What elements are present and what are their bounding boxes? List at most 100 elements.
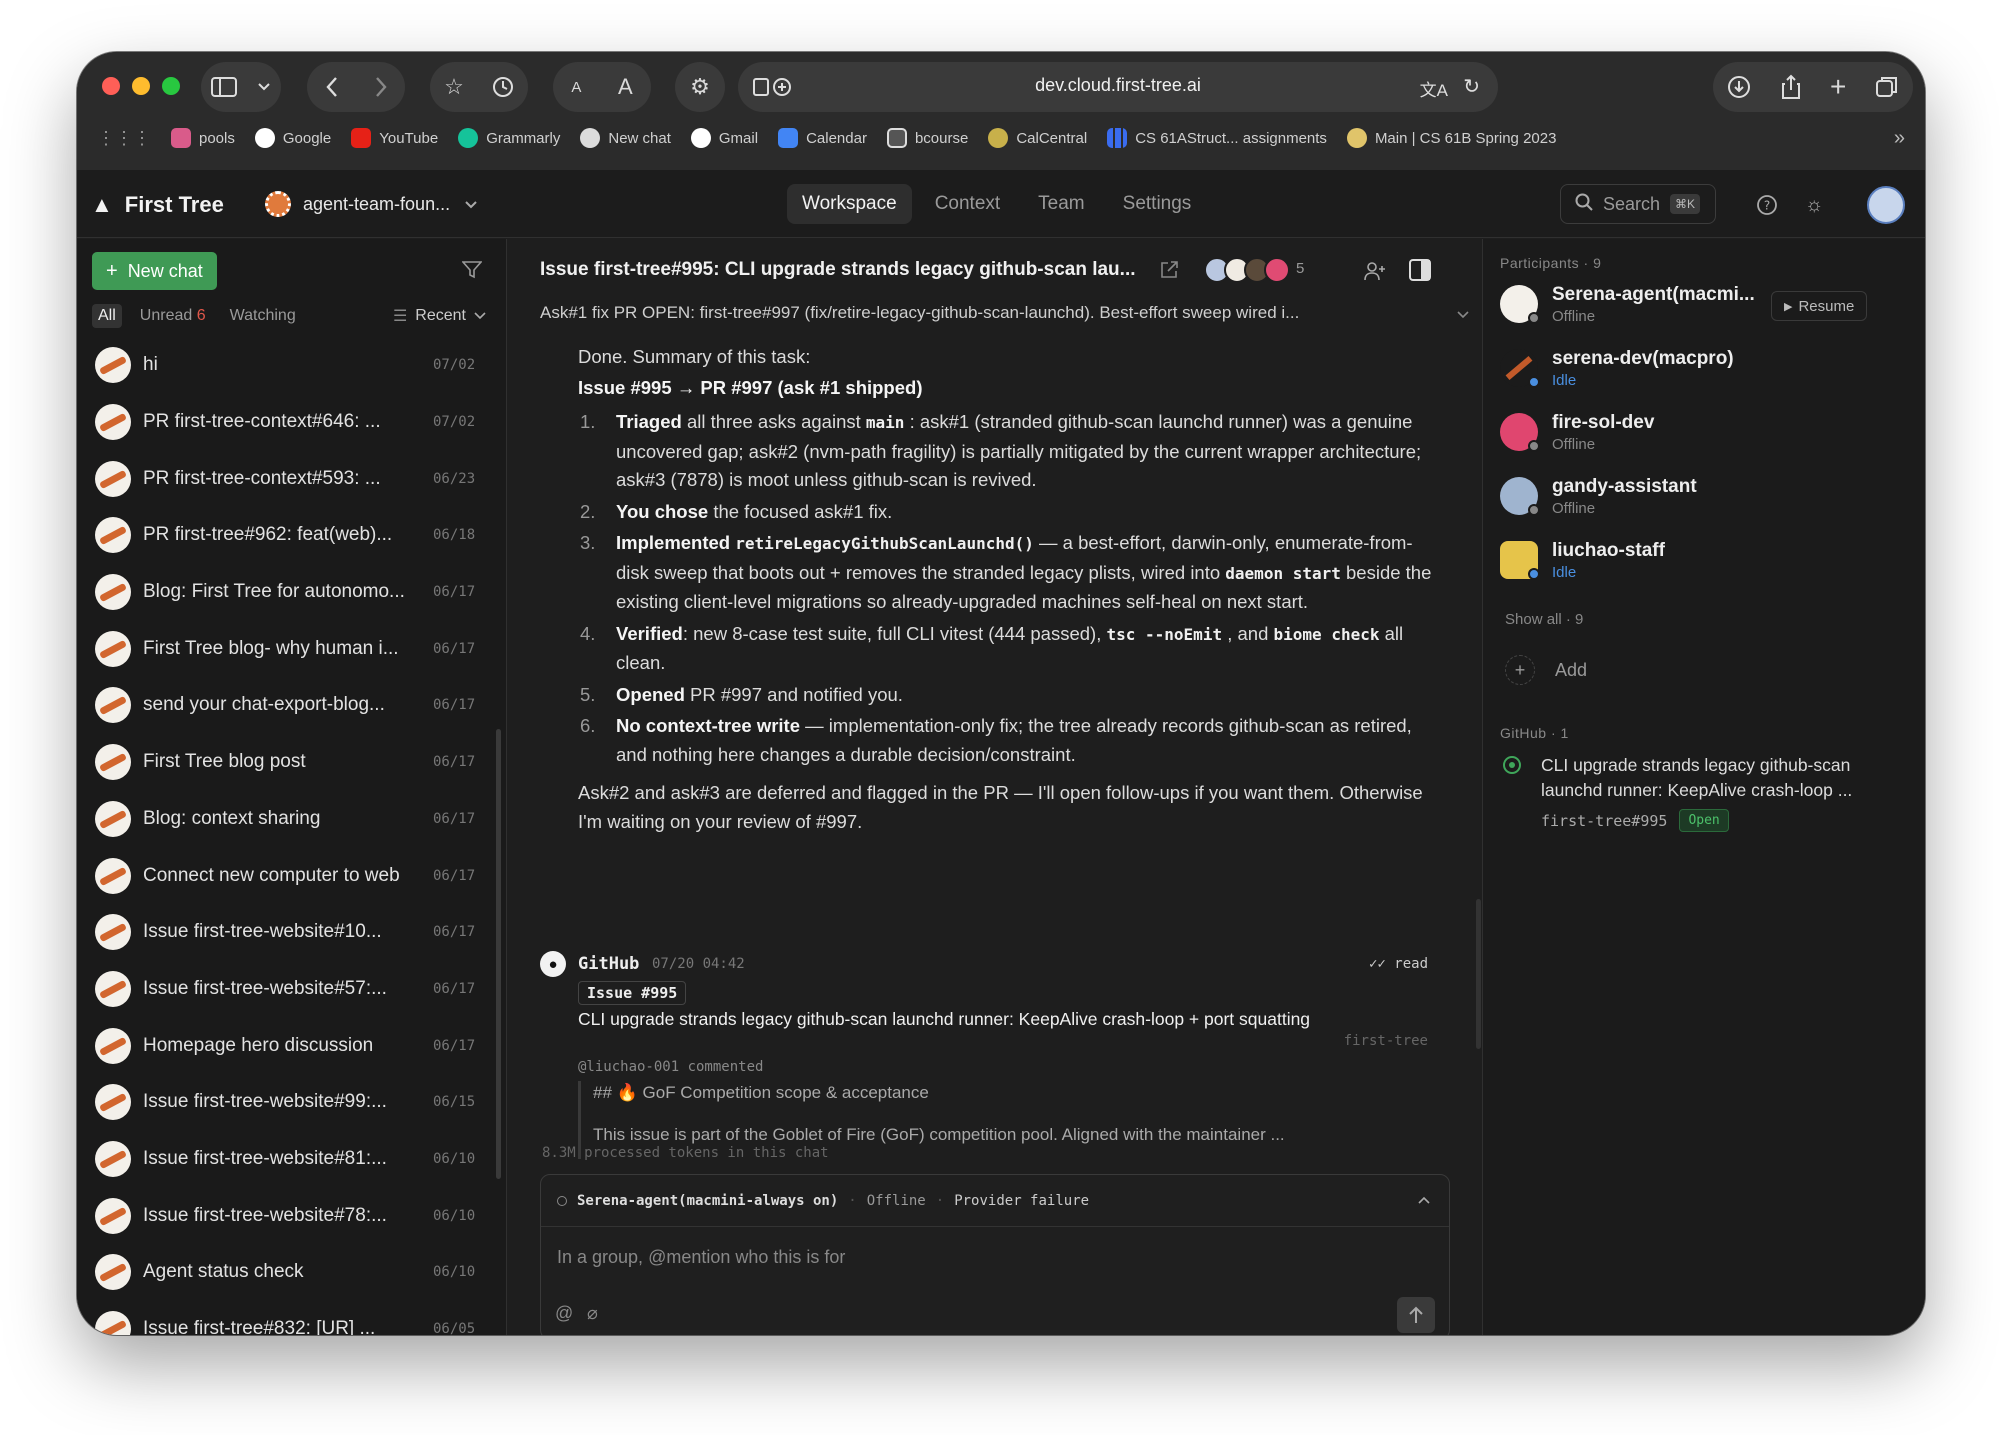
- bookmark-cs61b[interactable]: Main | CS 61B Spring 2023: [1346, 128, 1556, 148]
- minimize-window-button[interactable]: [132, 77, 150, 95]
- message-input[interactable]: In a group, @mention who this is for: [557, 1247, 845, 1268]
- theme-toggle-icon[interactable]: ☼: [1805, 194, 1823, 217]
- linked-issue[interactable]: CLI upgrade strands legacy github-scan l…: [1503, 753, 1903, 832]
- chevron-down-icon[interactable]: [1456, 307, 1470, 325]
- tabs-overview-icon[interactable]: [1875, 75, 1899, 99]
- chat-list-item[interactable]: PR first-tree#962: feat(web)... 06/18: [77, 507, 497, 564]
- chat-list-item[interactable]: Blog: context sharing 06/17: [77, 791, 497, 848]
- chat-list-item[interactable]: hi 07/02: [77, 337, 497, 394]
- chat-title: Blog: First Tree for autonomo...: [143, 581, 405, 603]
- chat-date: 06/17: [433, 924, 476, 941]
- chat-list-item[interactable]: Homepage hero discussion 06/17: [77, 1017, 497, 1074]
- chat-list-item[interactable]: PR first-tree-context#646: ... 07/02: [77, 394, 497, 451]
- show-all-participants[interactable]: Show all · 9: [1505, 611, 1583, 628]
- bookmark-gmail[interactable]: Gmail: [690, 128, 758, 148]
- chat-list-item[interactable]: Issue first-tree-website#81:... 06/10: [77, 1131, 497, 1188]
- chat-list-item[interactable]: Issue first-tree-website#78:... 06/10: [77, 1187, 497, 1244]
- filter-unread[interactable]: Unread 6: [134, 304, 212, 328]
- bookmark-new-chat[interactable]: New chat: [580, 128, 671, 148]
- add-participant-button[interactable]: + Add: [1505, 655, 1587, 685]
- participant-0[interactable]: Serena-agent(macmi... Offline: [1500, 279, 1755, 329]
- resume-button[interactable]: ▶ Resume: [1771, 291, 1868, 321]
- task-summary-line[interactable]: Ask#1 fix PR OPEN: first-tree#997 (fix/r…: [540, 303, 1440, 323]
- chat-scrollbar[interactable]: [1476, 899, 1481, 1049]
- send-button[interactable]: [1397, 1297, 1435, 1333]
- forward-icon[interactable]: [374, 76, 388, 98]
- bookmark-youtube[interactable]: YouTube: [351, 128, 438, 148]
- filter-all[interactable]: All: [92, 304, 122, 328]
- chat-title: Homepage hero discussion: [143, 1034, 374, 1056]
- settings-button[interactable]: ⚙: [675, 62, 725, 112]
- external-link-icon[interactable]: [1160, 261, 1178, 284]
- step-number: 6.: [580, 715, 596, 736]
- text-smaller-icon[interactable]: A: [571, 79, 581, 96]
- tab-context[interactable]: Context: [920, 184, 1015, 224]
- chat-list-item[interactable]: Agent status check 06/10: [77, 1244, 497, 1301]
- bookmark-grammarly[interactable]: Grammarly: [458, 128, 560, 148]
- panel-toggle-icon[interactable]: [1409, 259, 1431, 286]
- text-larger-icon[interactable]: A: [618, 74, 633, 100]
- maximize-window-button[interactable]: [162, 77, 180, 95]
- plus-icon: +: [106, 259, 118, 282]
- tab-workspace[interactable]: Workspace: [787, 184, 912, 224]
- chat-list-item[interactable]: PR first-tree-context#593: ... 06/23: [77, 450, 497, 507]
- apps-grid-icon[interactable]: ⋮⋮⋮: [97, 128, 151, 149]
- new-chat-button[interactable]: + New chat: [92, 252, 217, 290]
- chat-list-item[interactable]: Blog: First Tree for autonomo... 06/17: [77, 564, 497, 621]
- user-avatar[interactable]: [1867, 186, 1905, 224]
- more-bookmarks-icon[interactable]: »: [1894, 127, 1905, 150]
- tab-settings[interactable]: Settings: [1108, 184, 1207, 224]
- participant-1[interactable]: serena-dev(macpro) Idle: [1500, 343, 1734, 393]
- chat-list-item[interactable]: Issue first-tree-website#99:... 06/15: [77, 1074, 497, 1131]
- chat-list-item[interactable]: Connect new computer to web 06/17: [77, 847, 497, 904]
- star-icon[interactable]: ☆: [444, 74, 464, 100]
- chevron-up-icon[interactable]: [1417, 1193, 1431, 1209]
- bookmark-calendar[interactable]: Calendar: [778, 128, 867, 148]
- issue-title[interactable]: CLI upgrade strands legacy github-scan l…: [578, 1009, 1438, 1030]
- chevron-down-icon: [474, 307, 486, 325]
- chat-list-item[interactable]: First Tree blog- why human i... 06/17: [77, 620, 497, 677]
- bookmark-history: ☆: [430, 62, 528, 112]
- filter-icon[interactable]: [461, 261, 483, 284]
- calendar-icon: [778, 128, 799, 148]
- participant-2[interactable]: fire-sol-dev Offline: [1500, 407, 1654, 457]
- tab-team[interactable]: Team: [1023, 184, 1099, 224]
- bookmark-pools[interactable]: pools: [171, 128, 235, 148]
- participant-3[interactable]: gandy-assistant Offline: [1500, 471, 1697, 521]
- chat-list-item[interactable]: send your chat-export-blog... 06/17: [77, 677, 497, 734]
- help-icon[interactable]: ?: [1756, 194, 1778, 221]
- workspace-switcher[interactable]: agent-team-foun...: [265, 184, 478, 224]
- reload-icon[interactable]: ↻: [1463, 74, 1480, 99]
- bookmark-calcentral[interactable]: CalCentral: [988, 128, 1087, 148]
- agent-status-bar[interactable]: Serena-agent(macmini-always on) · Offlin…: [541, 1175, 1449, 1227]
- sidebar-scrollbar[interactable]: [496, 729, 501, 1179]
- bookmark-bcourse[interactable]: bcourse: [886, 128, 968, 148]
- translate-icon[interactable]: 文A: [1420, 76, 1448, 101]
- sidebar-toggle[interactable]: [201, 62, 281, 112]
- chat-list-item[interactable]: Issue first-tree-website#10... 06/17: [77, 904, 497, 961]
- plus-icon: +: [1505, 655, 1535, 685]
- close-window-button[interactable]: [102, 77, 120, 95]
- back-icon[interactable]: [325, 76, 339, 98]
- add-member-icon[interactable]: [1364, 261, 1386, 286]
- filter-watching[interactable]: Watching: [224, 304, 302, 328]
- chat-list-item[interactable]: First Tree blog post 06/17: [77, 734, 497, 791]
- chat-title: Issue first-tree-website#81:...: [143, 1147, 387, 1169]
- sort-dropdown[interactable]: ☰ Recent: [393, 306, 486, 326]
- participant-4[interactable]: liuchao-staff Idle: [1500, 535, 1665, 585]
- new-tab-icon[interactable]: +: [1830, 71, 1846, 103]
- mention-icon[interactable]: @: [555, 1303, 573, 1324]
- step-strong: Implemented: [616, 532, 731, 553]
- address-bar[interactable]: dev.cloud.first-tree.ai 文A ↻: [738, 62, 1498, 112]
- bookmark-cs61a[interactable]: CS 61AStruct... assignments: [1107, 128, 1327, 148]
- history-icon[interactable]: [492, 76, 514, 98]
- app-logo[interactable]: ▲ First Tree: [91, 192, 224, 218]
- chat-list-item[interactable]: Issue first-tree-website#57:... 06/17: [77, 961, 497, 1018]
- attach-icon[interactable]: ⌀: [587, 1303, 598, 1324]
- chat-list-item[interactable]: Issue first-tree#832: [UR] ... 06/05: [77, 1301, 497, 1335]
- issue-tag[interactable]: Issue #995: [578, 981, 687, 1005]
- bookmark-google[interactable]: Google: [254, 128, 331, 148]
- download-icon[interactable]: [1727, 75, 1751, 99]
- share-icon[interactable]: [1780, 74, 1802, 100]
- search-button[interactable]: Search ⌘K: [1560, 184, 1716, 224]
